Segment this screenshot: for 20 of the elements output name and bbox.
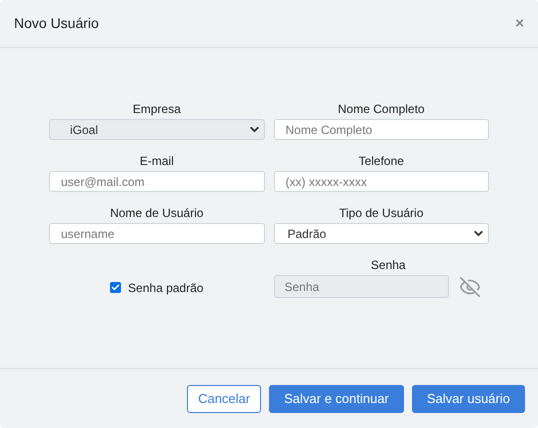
dialog-button[interactable]: Cancelar [187, 384, 262, 412]
select-field[interactable]: Padrão [274, 223, 489, 244]
field-label: Tipo de Usuário [338, 206, 424, 221]
field-label: E-mail [138, 154, 175, 169]
dialog-button[interactable]: Salvar usuário [412, 384, 525, 412]
input-field[interactable]: (xx) xxxxx-xxxx [274, 171, 489, 192]
input-field[interactable]: username [49, 223, 264, 244]
checkbox[interactable] [110, 282, 122, 293]
field-label: Telefone [358, 154, 405, 169]
checkbox-label: Senha padrão [128, 280, 204, 296]
field-label: Senha [370, 258, 407, 273]
dialog-button[interactable]: Salvar e continuar [269, 384, 404, 412]
field-label: Empresa [132, 102, 182, 117]
field-label: Nome de Usuário [109, 206, 204, 221]
field-label: Nome Completo [336, 102, 426, 117]
input-field[interactable]: user@mail.com [49, 171, 264, 192]
eye-off-icon[interactable] [458, 276, 480, 298]
input-field[interactable]: Nome Completo [274, 119, 489, 140]
close-button[interactable]: × [515, 16, 524, 31]
dialog-title: Novo Usuário [14, 14, 99, 33]
